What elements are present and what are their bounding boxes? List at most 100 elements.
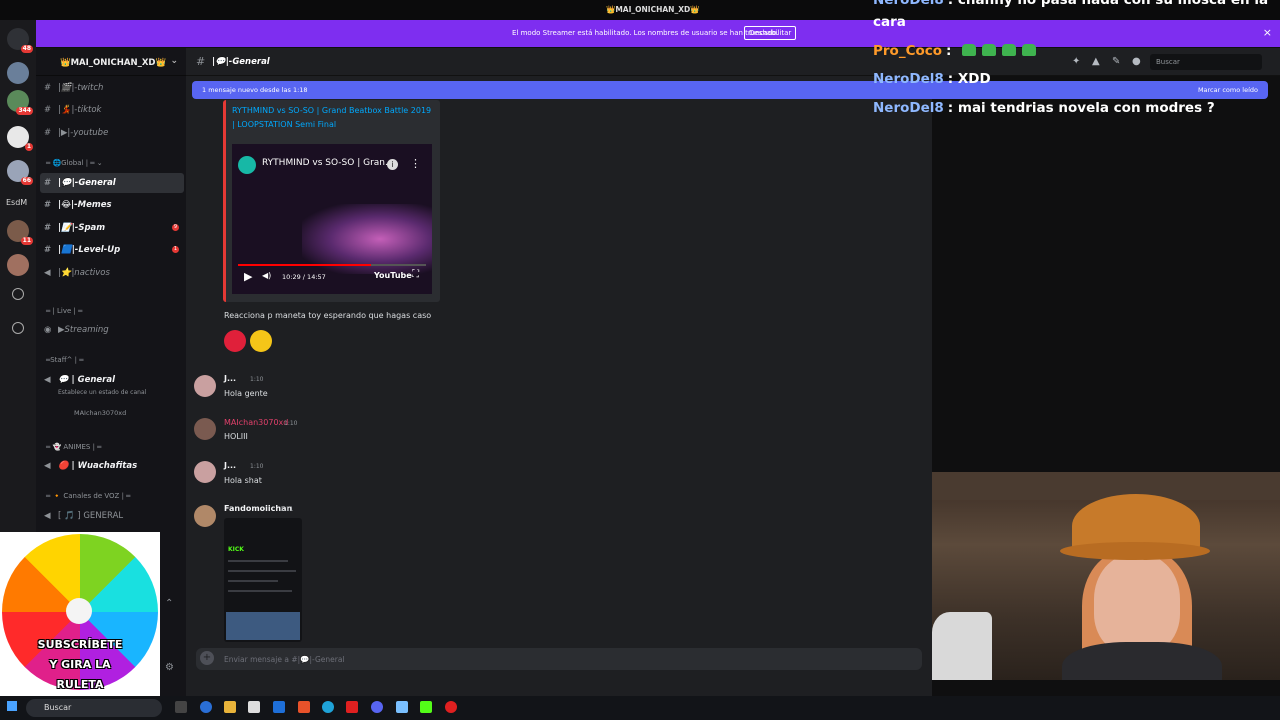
channel-streaming[interactable]: ◉ ▶Streaming — [44, 320, 184, 340]
channel-level-up[interactable]: # |🟦|-Level-Up — [44, 240, 184, 260]
mention-badge: 1 — [24, 143, 33, 151]
chat-text: : XDD — [947, 71, 991, 87]
channel-twitch[interactable]: # |🎬|-twitch — [44, 78, 184, 98]
discord-icon[interactable] — [371, 701, 383, 713]
server-icon[interactable] — [7, 62, 29, 84]
attachment-line — [228, 560, 288, 562]
category-live[interactable]: ═ | Live | ═ — [46, 307, 82, 315]
server-icon[interactable]: 66 — [7, 160, 33, 185]
add-server-icon[interactable] — [12, 288, 24, 300]
webcam-face — [1094, 554, 1180, 654]
channel-general[interactable]: # |💬|-General — [40, 173, 184, 193]
message-time: 1:10 — [250, 463, 264, 470]
webcam-shelf — [932, 472, 1280, 500]
unread-badge: 9 — [172, 224, 179, 231]
task-view-icon[interactable] — [175, 701, 187, 713]
channel-tiktok[interactable]: # |💃|-tiktok — [44, 100, 184, 120]
channel-label: 🔴 | Wuachafitas — [58, 461, 138, 471]
avatar[interactable] — [194, 505, 216, 527]
avatar[interactable] — [194, 375, 216, 397]
message-time: 1:11 — [280, 506, 294, 513]
attachment-line — [228, 570, 296, 572]
webcam-fan — [932, 612, 992, 680]
fullscreen-icon[interactable]: ⛶ — [412, 269, 419, 280]
voice-channel-general[interactable]: ◀ 💬 | General — [44, 370, 184, 390]
screen: 👑MAI_ONICHAN_XD👑 El modo Streamer está h… — [0, 0, 1280, 720]
discover-icon[interactable] — [12, 322, 24, 334]
category-animes[interactable]: ═ 👻 ANIMES | ═ — [46, 443, 101, 451]
server-icon[interactable]: 344 — [7, 90, 33, 115]
message-author[interactable]: MAIchan3070xd — [224, 418, 288, 427]
video-player[interactable]: RYTHMIND vs SO-SO | Gran... i ⋮ ▶ ◀) 10:… — [232, 144, 432, 294]
gear-icon[interactable]: ⚙ — [165, 662, 174, 673]
attachment-line — [228, 580, 278, 582]
channel-label: |🟦|-Level-Up — [58, 245, 121, 255]
edge-icon[interactable] — [322, 701, 334, 713]
obs-icon[interactable] — [445, 701, 457, 713]
copilot-icon[interactable] — [200, 701, 212, 713]
outlook-icon[interactable] — [273, 701, 285, 713]
app-icon[interactable] — [396, 701, 408, 713]
info-icon[interactable]: i — [387, 159, 398, 170]
message-author[interactable]: J... — [224, 461, 236, 470]
wheel-text: SUBSCRÍBETE — [37, 638, 123, 651]
chat-text: : — [946, 43, 952, 59]
avatar[interactable] — [194, 418, 216, 440]
server-icon[interactable]: 11 — [7, 220, 33, 245]
goblin-emote-icon — [1022, 44, 1037, 56]
server-header[interactable]: 👑MAI_ONICHAN_XD👑 ⌄ — [36, 48, 186, 76]
message-author[interactable]: J... — [224, 374, 236, 383]
roulette-hub — [66, 598, 92, 624]
channel-wuachafitas[interactable]: ◀ 🔴 | Wuachafitas — [44, 456, 184, 476]
category-voz[interactable]: ═ 🔸 Canales de VOZ | ═ — [46, 492, 130, 500]
chat-text: : channy no pasa nada con su mosca en la — [947, 0, 1269, 8]
more-icon[interactable]: ⋮ — [410, 157, 421, 170]
disable-streamer-button[interactable]: Deshabilitar — [744, 26, 797, 40]
add-attachment-icon[interactable]: + — [200, 651, 214, 665]
store-icon[interactable] — [248, 701, 260, 713]
channel-inactivos[interactable]: ◀ |⭐|nactivos — [44, 263, 184, 283]
voice-status-hint[interactable]: Establece un estado de canal — [58, 389, 146, 396]
voice-channel-voz-general[interactable]: ◀ [ 🎵 ] GENERAL — [44, 506, 184, 526]
youtube-logo[interactable]: YouTube — [374, 271, 412, 280]
goblin-emote-icon — [1002, 44, 1017, 56]
server-icon[interactable]: 1 — [7, 126, 33, 151]
chevron-down-icon[interactable]: ⌄ — [170, 56, 178, 66]
category-staff[interactable]: ═Staff^ | ═ — [46, 356, 83, 364]
app-icon[interactable] — [346, 701, 358, 713]
mention-badge: 344 — [16, 107, 33, 115]
taskbar-search[interactable]: Buscar — [26, 699, 162, 717]
app-icon[interactable] — [420, 701, 432, 713]
chevron-up-icon[interactable]: ⌃ — [165, 598, 173, 609]
server-label[interactable]: EsdM — [6, 198, 27, 207]
avatar[interactable] — [194, 461, 216, 483]
server-icon[interactable] — [7, 254, 29, 276]
voice-user[interactable]: MAIchan3070xd — [74, 409, 126, 417]
chat-line: NeroDel8: mai tendrias novela con modres… — [873, 100, 1215, 116]
chat-user: NeroDel8 — [873, 71, 944, 87]
play-icon[interactable]: ▶ — [244, 270, 252, 283]
channel-memes[interactable]: # |😂|-Memes — [44, 195, 184, 215]
channel-label: [ 🎵 ] GENERAL — [58, 511, 124, 521]
message-composer[interactable]: + Enviar mensaje a #|💬|-General — [196, 648, 922, 670]
webcam-feed — [932, 472, 1280, 680]
windows-start-icon[interactable] — [7, 701, 17, 711]
volume-icon[interactable]: ◀) — [262, 271, 271, 280]
channel-avatar[interactable] — [238, 156, 256, 174]
file-explorer-icon[interactable] — [224, 701, 236, 713]
mention-badge: 66 — [20, 177, 33, 185]
image-attachment[interactable]: KICK — [224, 518, 302, 642]
video-progress-fill — [238, 264, 372, 266]
video-progress-bar[interactable] — [238, 264, 426, 266]
message-input[interactable]: Enviar mensaje a #|💬|-General — [224, 655, 345, 664]
channel-youtube[interactable]: # |▶|-youtube — [44, 123, 184, 143]
category-global[interactable]: ═ 🌐Global | ═ ⌄ — [46, 159, 103, 167]
embed-title-link[interactable]: RYTHMIND vs SO-SO | Grand Beatbox Battle… — [232, 104, 432, 132]
brave-icon[interactable] — [298, 701, 310, 713]
unread-badge: 1 — [172, 246, 179, 253]
channel-spam[interactable]: # |📝|-Spam — [44, 218, 184, 238]
attachment-thumbnail — [226, 612, 300, 640]
speaker-icon: ◀ — [44, 375, 51, 385]
video-title[interactable]: RYTHMIND vs SO-SO | Gran... — [262, 158, 394, 168]
discord-home-icon[interactable]: 48 — [7, 28, 33, 53]
